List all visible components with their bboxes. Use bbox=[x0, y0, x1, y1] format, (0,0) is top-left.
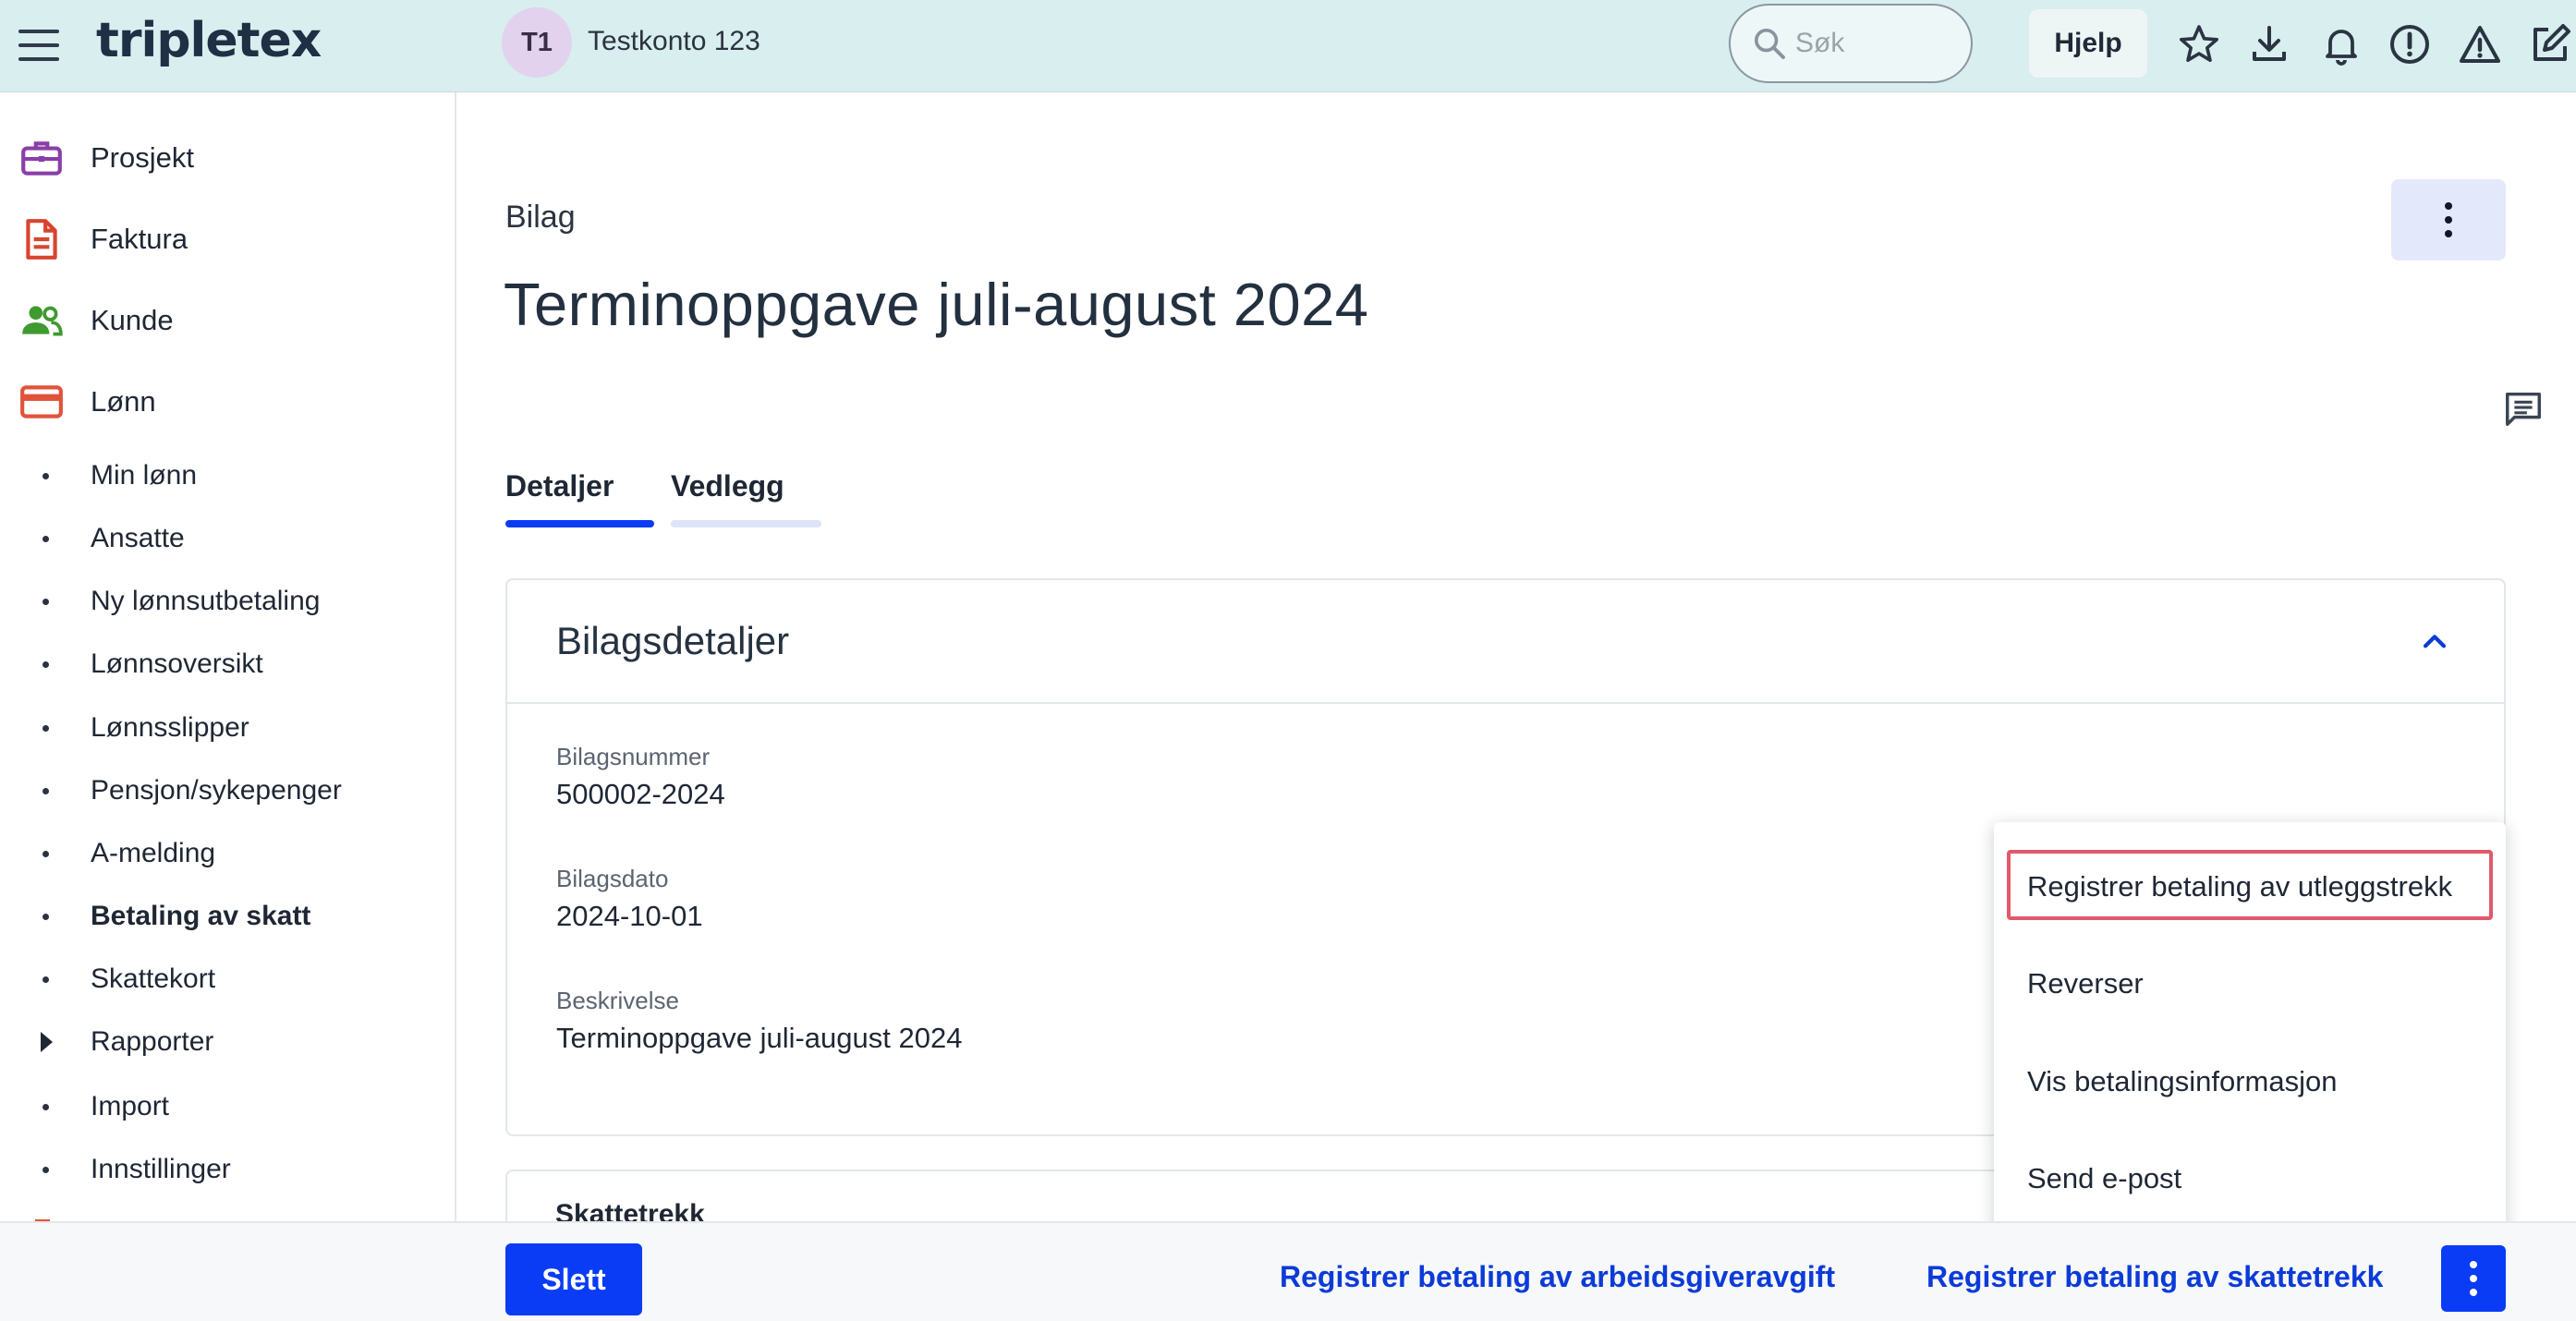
people-icon bbox=[18, 297, 65, 344]
bullet-icon bbox=[43, 850, 49, 857]
sidebar-subitem-label: Import bbox=[91, 1091, 170, 1121]
dot-icon bbox=[2445, 202, 2452, 210]
sidebar-subitem-label: Innstillinger bbox=[91, 1154, 231, 1184]
field-value-bilagsdato: 2024-10-01 bbox=[556, 900, 703, 932]
dot-icon bbox=[2470, 1289, 2477, 1296]
sidebar-subitem-label: A-melding bbox=[91, 838, 216, 868]
sidebar-subitem-label: Pensjon/sykepenger bbox=[91, 775, 342, 806]
sidebar-subitem-betaling-av-skatt[interactable]: Betaling av skatt bbox=[0, 889, 456, 944]
sidebar-subitem-pensjon-sykepenger[interactable]: Pensjon/sykepenger bbox=[0, 763, 456, 818]
menu-item-registrer-betaling-av-utleggstrekk[interactable]: Registrer betaling av utleggstrekk bbox=[2027, 870, 2452, 903]
bullet-icon bbox=[43, 660, 49, 668]
sidebar-subitem-label: Betaling av skatt bbox=[91, 901, 311, 931]
page-title: Terminoppgave juli-august 2024 bbox=[504, 271, 1369, 338]
sidebar-item-faktura[interactable]: Faktura bbox=[0, 207, 456, 272]
dot-icon bbox=[2470, 1261, 2477, 1268]
menu-item-vis-betalingsinformasjon[interactable]: Vis betalingsinformasjon bbox=[2027, 1065, 2337, 1098]
edit-external-icon[interactable] bbox=[2528, 22, 2572, 67]
breadcrumb[interactable]: Bilag bbox=[505, 200, 576, 236]
field-label-bilagsnummer: Bilagsnummer bbox=[556, 743, 711, 770]
sidebar-item-label: Prosjekt bbox=[91, 141, 194, 174]
field-value-beskrivelse: Terminoppgave juli-august 2024 bbox=[556, 1022, 963, 1054]
dot-icon bbox=[2470, 1275, 2477, 1282]
warning-icon[interactable] bbox=[2458, 22, 2502, 67]
account-name[interactable]: Testkonto 123 bbox=[588, 26, 760, 57]
help-button[interactable]: Hjelp bbox=[2029, 9, 2147, 78]
sidebar-subitem-import[interactable]: Import bbox=[0, 1079, 456, 1134]
field-label-bilagsdato: Bilagsdato bbox=[556, 865, 669, 892]
delete-button[interactable]: Slett bbox=[505, 1243, 642, 1315]
field-value-bilagsnummer: 500002-2024 bbox=[556, 778, 725, 810]
tab-vedlegg-underline bbox=[671, 520, 821, 527]
sidebar-subitem-label: Skattekort bbox=[91, 963, 216, 994]
bullet-icon bbox=[43, 598, 49, 605]
card-header[interactable]: Bilagsdetaljer bbox=[507, 580, 2504, 704]
sidebar-item-kunde[interactable]: Kunde bbox=[0, 288, 456, 353]
tab-vedlegg[interactable]: Vedlegg bbox=[671, 469, 784, 503]
sidebar-subitem-ansatte[interactable]: Ansatte bbox=[0, 511, 456, 566]
search-input[interactable] bbox=[1795, 28, 1952, 59]
dot-icon bbox=[2445, 230, 2452, 237]
card-title: Bilagsdetaljer bbox=[556, 619, 790, 662]
bullet-icon bbox=[43, 976, 49, 983]
actions-dropdown-menu: Registrer betaling av utleggstrekk Rever… bbox=[1994, 822, 2506, 1245]
sidebar-subitem-label: Ansatte bbox=[91, 523, 185, 553]
more-options-button[interactable] bbox=[2391, 179, 2506, 261]
sidebar-item-label: Lønn bbox=[91, 385, 156, 418]
search-box[interactable] bbox=[1729, 4, 1973, 83]
sidebar-item-label: Faktura bbox=[91, 223, 188, 255]
bullet-icon bbox=[43, 472, 49, 479]
sidebar-subitem-min-lonn[interactable]: Min lønn bbox=[0, 448, 456, 503]
more-actions-button[interactable] bbox=[2441, 1245, 2506, 1312]
tab-detaljer[interactable]: Detaljer bbox=[505, 469, 614, 503]
bullet-icon bbox=[43, 1166, 49, 1173]
sidebar-item-prosjekt[interactable]: Prosjekt bbox=[0, 126, 456, 190]
search-icon bbox=[1755, 29, 1785, 59]
bell-icon[interactable] bbox=[2319, 22, 2363, 67]
expand-triangle-icon[interactable] bbox=[41, 1032, 53, 1052]
sidebar-subitem-skattekort[interactable]: Skattekort bbox=[0, 951, 456, 1007]
star-icon[interactable] bbox=[2177, 22, 2221, 67]
document-icon bbox=[18, 216, 65, 262]
sidebar-subitem-lonnsoversikt[interactable]: Lønnsoversikt bbox=[0, 636, 456, 692]
sidebar-item-lonn[interactable]: Lønn bbox=[0, 370, 456, 434]
bullet-icon bbox=[43, 535, 49, 542]
sidebar-subitem-innstillinger[interactable]: Innstillinger bbox=[0, 1142, 456, 1197]
chevron-up-icon[interactable] bbox=[2419, 626, 2450, 658]
account-avatar[interactable]: T1 bbox=[502, 7, 572, 78]
sidebar-subitem-label: Min lønn bbox=[91, 460, 198, 491]
sidebar-subitem-ny-lonnsutbetaling[interactable]: Ny lønnsutbetaling bbox=[0, 574, 456, 629]
card-icon bbox=[18, 379, 65, 425]
register-employer-tax-payment-button[interactable]: Registrer betaling av arbeidsgiveravgift bbox=[1280, 1260, 1835, 1294]
sidebar-item-label: Kunde bbox=[91, 304, 174, 336]
download-icon[interactable] bbox=[2247, 22, 2291, 67]
bullet-icon bbox=[43, 1103, 49, 1110]
sidebar-subitem-rapporter[interactable]: Rapporter bbox=[0, 1014, 456, 1070]
bullet-icon bbox=[43, 913, 49, 920]
sidebar-subitem-label: Rapporter bbox=[91, 1026, 214, 1057]
hamburger-menu-icon[interactable] bbox=[18, 30, 59, 61]
briefcase-icon bbox=[18, 135, 65, 181]
register-tax-deduction-payment-button[interactable]: Registrer betaling av skattetrekk bbox=[1926, 1260, 2383, 1294]
sidebar-subitem-label: Lønnsslipper bbox=[91, 712, 249, 743]
bullet-icon bbox=[43, 787, 49, 794]
field-label-beskrivelse: Beskrivelse bbox=[556, 987, 679, 1014]
sidebar-subitem-lonnsslipper[interactable]: Lønnsslipper bbox=[0, 700, 456, 756]
sidebar-subitem-label: Ny lønnsutbetaling bbox=[91, 586, 321, 616]
tab-detaljer-underline bbox=[505, 520, 654, 527]
bottom-action-bar: Slett Registrer betaling av arbeidsgiver… bbox=[0, 1221, 2576, 1321]
sidebar: Prosjekt Faktura Kunde Lønn Min lønn Ans… bbox=[0, 92, 456, 1223]
sidebar-subitem-label: Lønnsoversikt bbox=[91, 648, 263, 679]
sidebar-subitem-a-melding[interactable]: A-melding bbox=[0, 826, 456, 881]
bullet-icon bbox=[43, 724, 49, 732]
tripletex-logo[interactable]: tripletex bbox=[96, 13, 322, 68]
comment-icon[interactable] bbox=[2502, 388, 2545, 430]
menu-item-reverser[interactable]: Reverser bbox=[2027, 967, 2144, 1000]
alert-circle-icon[interactable] bbox=[2388, 22, 2432, 67]
dot-icon bbox=[2445, 216, 2452, 224]
top-bar: tripletex T1 Testkonto 123 Hjelp bbox=[0, 0, 2576, 92]
menu-item-send-e-post[interactable]: Send e-post bbox=[2027, 1162, 2181, 1195]
